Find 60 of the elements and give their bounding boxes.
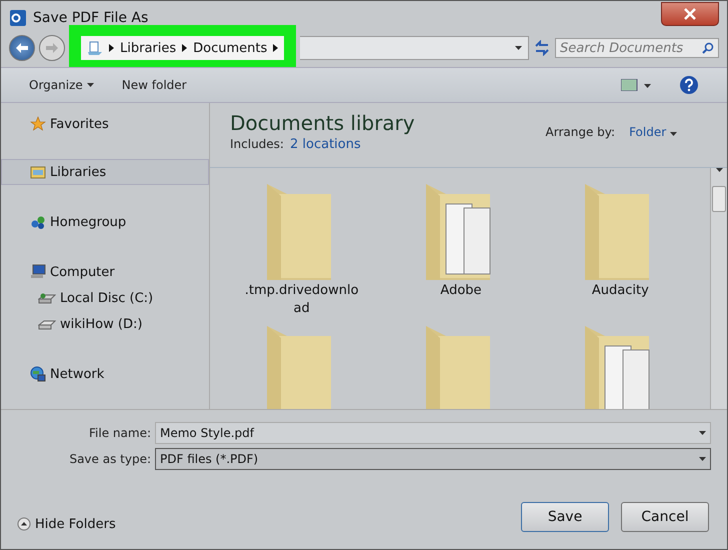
- breadcrumb[interactable]: Libraries: [120, 40, 176, 56]
- disk-drive-icon: [38, 292, 56, 304]
- library-icon: [87, 40, 103, 56]
- sidebar-item[interactable]: Favorites: [1, 111, 209, 137]
- folder-label[interactable]: Adobe: [400, 282, 521, 300]
- save-type-label: Save as type:: [68, 452, 152, 466]
- caret-icon: [699, 457, 706, 461]
- folder-label[interactable]: .tmp.drivedownlo ad: [242, 282, 362, 318]
- close-icon: [684, 8, 696, 20]
- window-title: Save PDF File As: [33, 10, 150, 26]
- locations-link[interactable]: 2 locations: [290, 137, 361, 152]
- globe-icon: [30, 366, 46, 382]
- forward-button[interactable]: [39, 35, 65, 61]
- dropdown-caret-icon: [515, 46, 522, 50]
- view-icon[interactable]: [621, 79, 651, 91]
- library-title: Documents library: [230, 111, 415, 135]
- star-icon: [30, 116, 46, 132]
- breadcrumb[interactable]: Documents: [193, 40, 268, 56]
- folder-label[interactable]: Audacity: [560, 282, 680, 300]
- organize-button[interactable]: Organize: [29, 78, 94, 92]
- sidebar-item[interactable]: Local Disc (C:): [1, 285, 209, 311]
- caret-icon: [716, 168, 722, 172]
- save-button[interactable]: Save: [521, 502, 609, 532]
- address-bar[interactable]: [300, 36, 529, 60]
- new-folder-button[interactable]: New folder: [122, 78, 187, 92]
- close-button[interactable]: [661, 2, 719, 26]
- search-icon: [702, 42, 714, 54]
- sidebar-item[interactable]: wikiHow (D:): [1, 311, 209, 337]
- includes-label: Includes:: [230, 137, 284, 152]
- cancel-button[interactable]: Cancel: [621, 502, 709, 532]
- help-icon[interactable]: [679, 75, 699, 95]
- scroll-thumb[interactable]: [712, 186, 726, 212]
- caret-icon: [86, 83, 94, 87]
- caret-icon: [670, 132, 677, 136]
- homegroup-icon: [30, 214, 46, 230]
- back-button[interactable]: [9, 35, 35, 61]
- arrow-left-icon: [16, 43, 28, 53]
- sidebar-item[interactable]: Computer: [1, 259, 209, 285]
- collapse-icon: [17, 517, 31, 531]
- refresh-icon[interactable]: [533, 40, 551, 56]
- sidebar-item[interactable]: Network: [1, 361, 209, 387]
- search-field[interactable]: Search Documents: [555, 38, 719, 58]
- arrow-right-icon: [46, 43, 58, 53]
- file-name-field[interactable]: Memo Style.pdf: [155, 422, 711, 444]
- save-type-dropdown[interactable]: PDF files (*.PDF): [155, 448, 711, 470]
- chevron-right-icon: [273, 44, 278, 52]
- app-icon: [9, 9, 27, 27]
- library-icon: [30, 164, 46, 180]
- sidebar-item[interactable]: Libraries: [1, 159, 209, 185]
- computer-icon: [30, 264, 46, 280]
- sidebar-item[interactable]: Homegroup: [1, 209, 209, 235]
- hide-folders-button[interactable]: Hide Folders: [17, 516, 116, 532]
- caret-icon: [699, 431, 706, 435]
- chevron-right-icon: [182, 44, 188, 52]
- arrange-dropdown[interactable]: Folder: [629, 125, 677, 139]
- arrange-label: Arrange by:: [546, 125, 616, 139]
- chevron-right-icon: [109, 44, 114, 52]
- disk-drive-icon: [38, 318, 56, 330]
- scrollbar[interactable]: [710, 168, 727, 409]
- file-name-label: File name:: [88, 426, 152, 440]
